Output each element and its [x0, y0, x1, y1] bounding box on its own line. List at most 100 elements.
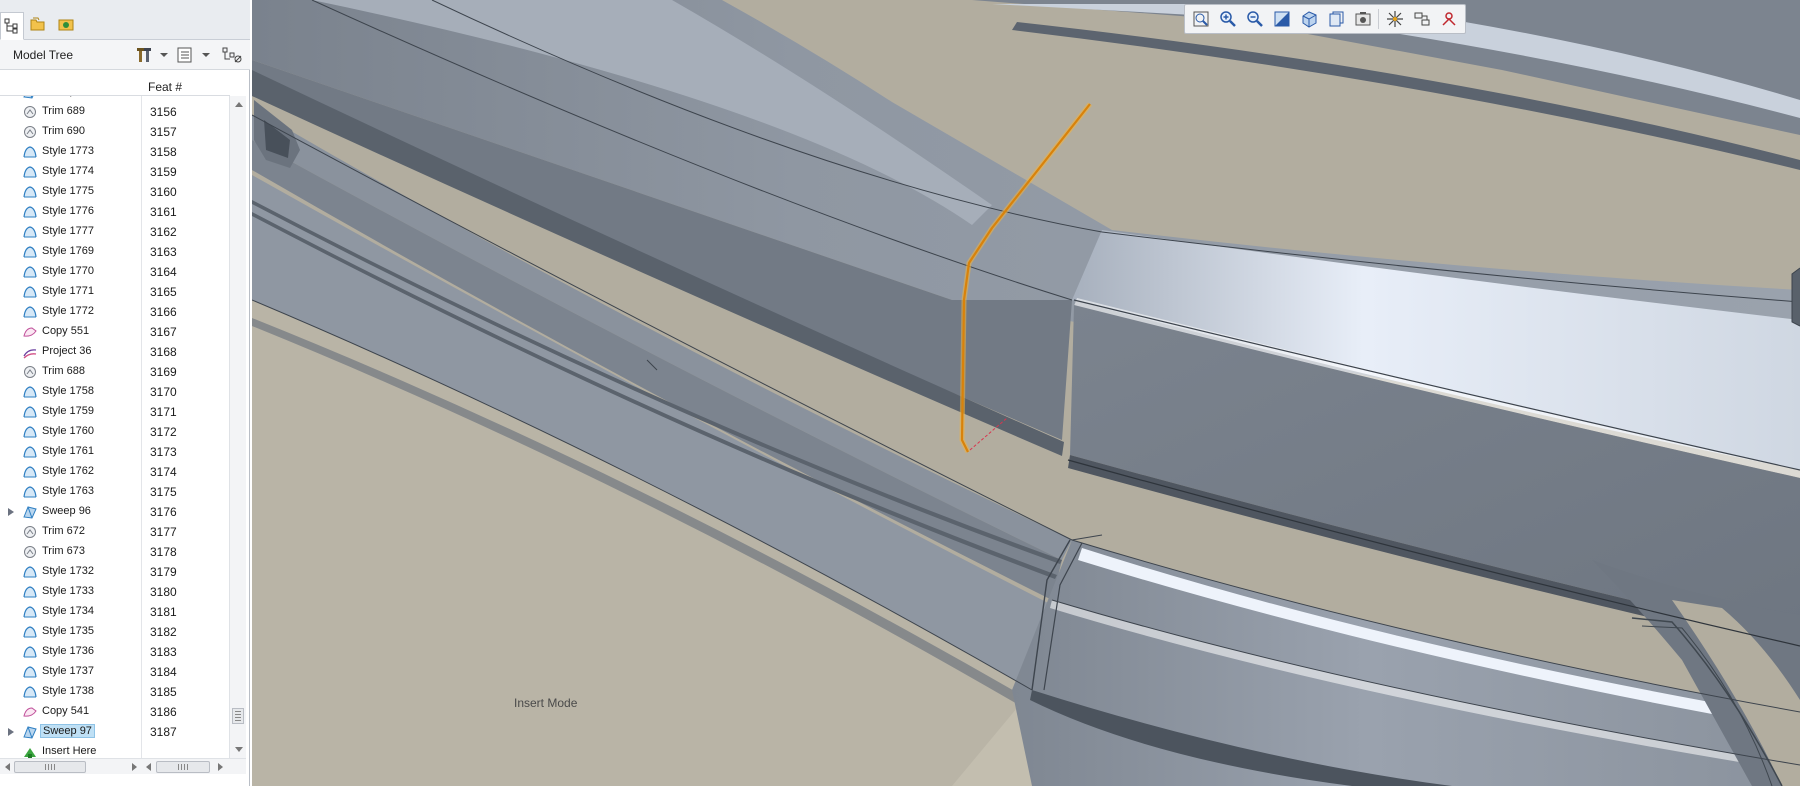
favorites-tab[interactable] [54, 12, 78, 36]
tree-row[interactable]: Trim 690 3157 [0, 122, 229, 142]
feat-scroll-left-icon[interactable] [146, 763, 151, 771]
tree-row[interactable]: Style 1771 3165 [0, 282, 229, 302]
expand-arrow-icon[interactable] [8, 728, 14, 736]
feature-name[interactable]: Style 1738 [40, 685, 96, 697]
feat-number-column-header[interactable]: Feat # [148, 80, 182, 94]
feature-name[interactable]: Style 1770 [40, 265, 96, 277]
saved-orientations-button[interactable] [1323, 7, 1348, 31]
tree-row[interactable]: Copy 551 3167 [0, 322, 229, 342]
feature-name[interactable]: Style 1760 [40, 425, 96, 437]
feature-name[interactable]: Sweep 97 [40, 724, 95, 738]
tree-row[interactable]: Style 1769 3163 [0, 242, 229, 262]
feat-column-scroll-thumb[interactable] [156, 761, 210, 773]
feature-name[interactable]: Sweep 100 [40, 96, 99, 97]
feature-name[interactable]: Copy 551 [40, 325, 91, 337]
feature-name[interactable]: Copy 541 [40, 705, 91, 717]
scroll-thumb[interactable] [232, 708, 244, 724]
display-style-button[interactable] [1296, 7, 1321, 31]
feature-name[interactable]: Style 1736 [40, 645, 96, 657]
tree-row[interactable]: Trim 689 3156 [0, 102, 229, 122]
settings-tools-button[interactable] [136, 46, 154, 64]
tree-row[interactable]: Style 1772 3166 [0, 302, 229, 322]
feature-name[interactable]: Trim 689 [40, 105, 87, 117]
expand-arrow-icon[interactable] [8, 508, 14, 516]
feature-name[interactable]: Style 1762 [40, 465, 96, 477]
feature-name[interactable]: Style 1758 [40, 385, 96, 397]
feature-name[interactable]: Trim 672 [40, 525, 87, 537]
feature-name[interactable]: Sweep 96 [40, 505, 93, 517]
tree-row[interactable]: Sweep 97 3187 [0, 722, 229, 742]
refit-button[interactable] [1188, 7, 1213, 31]
tree-filter-button[interactable] [222, 46, 244, 64]
scroll-down-icon[interactable] [235, 747, 243, 752]
tree-row[interactable]: Style 1763 3175 [0, 482, 229, 502]
folder-browser-tab[interactable] [26, 12, 50, 36]
feature-name[interactable]: Style 1735 [40, 625, 96, 637]
feature-name[interactable]: Trim 690 [40, 125, 87, 137]
feature-name[interactable]: Style 1737 [40, 665, 96, 677]
feature-name[interactable]: Style 1732 [40, 565, 96, 577]
tree-row[interactable]: Style 1777 3162 [0, 222, 229, 242]
feature-name[interactable]: Style 1734 [40, 605, 96, 617]
tree-row[interactable]: Style 1761 3173 [0, 442, 229, 462]
feature-name[interactable]: Style 1761 [40, 445, 96, 457]
tree-row[interactable]: Style 1770 3164 [0, 262, 229, 282]
feature-name[interactable]: Trim 673 [40, 545, 87, 557]
tree-row[interactable]: Style 1762 3174 [0, 462, 229, 482]
columns-dropdown[interactable] [202, 46, 210, 64]
feature-name[interactable]: Style 1776 [40, 205, 96, 217]
tree-row[interactable]: Style 1733 3180 [0, 582, 229, 602]
scroll-up-icon[interactable] [235, 102, 243, 107]
feature-name[interactable]: Style 1759 [40, 405, 96, 417]
tree-row[interactable]: Style 1736 3183 [0, 642, 229, 662]
feature-name[interactable]: Style 1769 [40, 245, 96, 257]
feature-name[interactable]: Trim 688 [40, 365, 87, 377]
feature-name[interactable]: Style 1772 [40, 305, 96, 317]
feature-name[interactable]: Project 36 [40, 345, 94, 357]
tree-row[interactable]: Style 1732 3179 [0, 562, 229, 582]
feature-name[interactable]: Style 1733 [40, 585, 96, 597]
tree-row[interactable]: Insert Here [0, 742, 229, 758]
view-manager-button[interactable] [1350, 7, 1375, 31]
feat-scroll-right-icon[interactable] [218, 763, 223, 771]
feature-name[interactable]: Style 1771 [40, 285, 96, 297]
tree-row[interactable]: Style 1774 3159 [0, 162, 229, 182]
tree-vertical-scrollbar[interactable] [229, 96, 246, 758]
tree-row[interactable]: Trim 672 3177 [0, 522, 229, 542]
zoom-out-button[interactable] [1242, 7, 1267, 31]
settings-dropdown[interactable] [160, 46, 168, 64]
tree-row[interactable]: Copy 541 3186 [0, 702, 229, 722]
tree-row[interactable]: Style 1773 3158 [0, 142, 229, 162]
tree-row[interactable]: Style 1735 3182 [0, 622, 229, 642]
spin-center-button[interactable] [1409, 7, 1434, 31]
tree-row[interactable]: Style 1737 3184 [0, 662, 229, 682]
datum-display-button[interactable] [1382, 7, 1407, 31]
feature-name[interactable]: Style 1775 [40, 185, 96, 197]
feature-name[interactable]: Style 1763 [40, 485, 96, 497]
tree-row[interactable]: Style 1758 3170 [0, 382, 229, 402]
feature-name[interactable]: Style 1774 [40, 165, 96, 177]
feature-name[interactable]: Style 1773 [40, 145, 96, 157]
tree-row[interactable]: Project 36 3168 [0, 342, 229, 362]
tree-row[interactable]: Style 1775 3160 [0, 182, 229, 202]
tree-row[interactable]: Sweep 96 3176 [0, 502, 229, 522]
zoom-in-button[interactable] [1215, 7, 1240, 31]
name-scroll-right-icon[interactable] [132, 763, 137, 771]
annotation-display-button[interactable] [1436, 7, 1461, 31]
model-geometry[interactable] [252, 0, 1800, 786]
name-column-scroll-thumb[interactable] [14, 761, 86, 773]
tree-row[interactable]: Style 1738 3185 [0, 682, 229, 702]
tree-row[interactable]: Style 1759 3171 [0, 402, 229, 422]
feature-name[interactable]: Insert Here [40, 745, 98, 757]
tree-row[interactable]: Style 1734 3181 [0, 602, 229, 622]
graphics-viewport[interactable]: Insert Mode [252, 0, 1800, 786]
repaint-button[interactable] [1269, 7, 1294, 31]
tree-row[interactable]: Trim 673 3178 [0, 542, 229, 562]
name-scroll-left-icon[interactable] [5, 763, 10, 771]
tree-row[interactable]: Style 1760 3172 [0, 422, 229, 442]
tree-row[interactable]: Style 1776 3161 [0, 202, 229, 222]
tree-columns-button[interactable] [176, 46, 194, 64]
tree-row[interactable]: Trim 688 3169 [0, 362, 229, 382]
feature-name[interactable]: Style 1777 [40, 225, 96, 237]
model-tree-tab[interactable] [0, 12, 24, 40]
